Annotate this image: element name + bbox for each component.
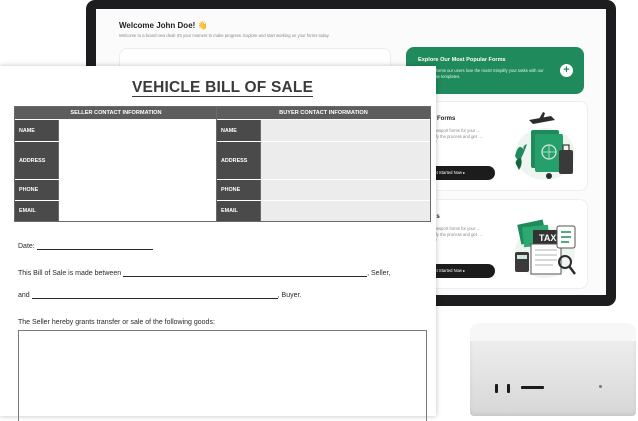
buyer-address-field[interactable]	[260, 142, 430, 179]
field-label: PHONE	[15, 180, 58, 200]
grant-text: The Seller hereby grants transfer or sal…	[18, 319, 215, 326]
seller-address-field[interactable]	[58, 142, 217, 179]
passport-travel-illustration	[515, 112, 575, 180]
buyer-email-field[interactable]	[260, 201, 430, 221]
buyer-name-field[interactable]	[260, 120, 430, 141]
seller-phone-row: PHONE	[15, 179, 217, 200]
seller-name-blank[interactable]	[123, 269, 368, 277]
svg-text:TAX: TAX	[539, 233, 556, 243]
sd-card-slot	[521, 386, 544, 389]
date-field[interactable]	[36, 242, 153, 250]
buyer-contact-table: BUYER CONTACT INFORMATION NAME ADDRESS P…	[216, 106, 431, 222]
seller-table-header: SELLER CONTACT INFORMATION	[15, 107, 217, 119]
seller-email-row: EMAIL	[15, 200, 217, 221]
plus-icon[interactable]: +	[560, 64, 573, 77]
buyer-phone-row: PHONE	[217, 179, 430, 200]
date-label: Date:	[18, 243, 35, 250]
power-light	[599, 385, 602, 388]
document-title: VEHICLE BILL OF SALE	[132, 79, 314, 97]
and-text: and	[18, 292, 30, 299]
buyer-name-row: NAME	[217, 119, 430, 141]
welcome-title: Welcome John Doe! 👋	[119, 21, 208, 30]
mac-studio-top	[470, 323, 636, 341]
seller-address-row: ADDRESS	[15, 141, 217, 179]
field-label: PHONE	[217, 180, 260, 200]
seller-phone-field[interactable]	[58, 180, 217, 200]
between-line: This Bill of Sale is made between , Sell…	[18, 269, 390, 277]
field-label: ADDRESS	[217, 142, 260, 179]
buyer-name-blank[interactable]	[31, 291, 278, 299]
field-label: EMAIL	[15, 201, 58, 221]
seller-contact-table: SELLER CONTACT INFORMATION NAME ADDRESS …	[14, 106, 218, 222]
mac-studio	[470, 323, 636, 416]
goods-description-field[interactable]	[18, 330, 427, 421]
field-label: ADDRESS	[15, 142, 58, 179]
buyer-address-row: ADDRESS	[217, 141, 430, 179]
buyer-suffix: , Buyer.	[277, 292, 302, 299]
tax-forms-card: …ms …ll passport forms for your …simplif…	[416, 199, 588, 289]
buyer-phone-field[interactable]	[260, 180, 430, 200]
seller-name-field[interactable]	[58, 120, 217, 141]
field-label: NAME	[217, 120, 260, 141]
welcome-subtitle: Welcome to a brand new deal! It's your m…	[119, 33, 330, 38]
buyer-email-row: EMAIL	[217, 200, 430, 221]
seller-email-field[interactable]	[58, 201, 217, 221]
and-line: and , Buyer.	[18, 291, 301, 299]
buyer-table-header: BUYER CONTACT INFORMATION	[217, 107, 430, 119]
promo-text: Discover forms our users love the most! …	[418, 68, 544, 79]
field-label: NAME	[15, 120, 58, 141]
usb-port	[507, 384, 510, 393]
field-label: EMAIL	[217, 201, 260, 221]
passport-forms-card: …rt Forms …ll passport forms for your …s…	[416, 101, 588, 191]
between-text: This Bill of Sale is made between	[18, 270, 122, 277]
seller-name-row: NAME	[15, 119, 217, 141]
tax-documents-illustration: TAX	[515, 219, 576, 278]
promo-title: Explore Our Most Popular Forms	[418, 57, 506, 63]
date-line: Date:	[18, 242, 153, 250]
bill-of-sale-document: VEHICLE BILL OF SALE SELLER CONTACT INFO…	[0, 66, 436, 421]
seller-suffix: , Seller,	[367, 270, 391, 277]
usb-port	[495, 384, 498, 393]
